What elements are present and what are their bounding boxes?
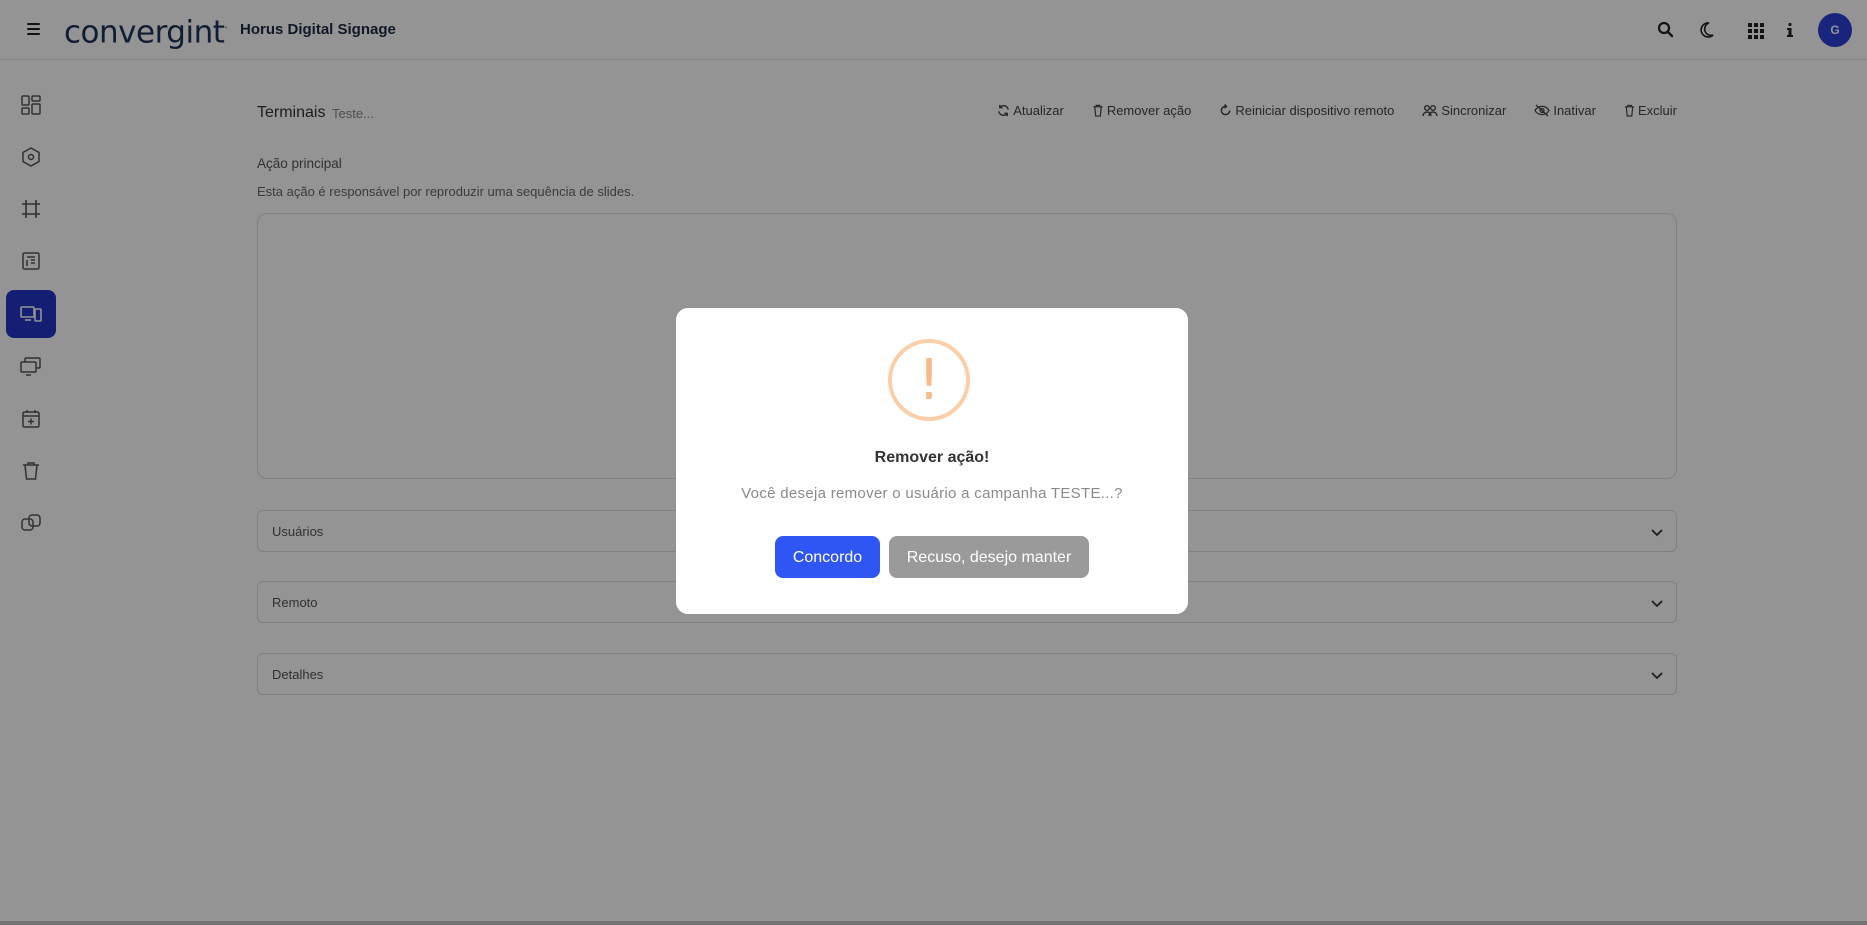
dialog-message: Você deseja remover o usuário a campanha…	[741, 485, 1123, 502]
confirm-button[interactable]: Concordo	[775, 536, 880, 578]
warning-glyph: !	[917, 348, 941, 413]
cancel-button[interactable]: Recuso, desejo manter	[889, 536, 1089, 578]
warning-icon: !	[888, 339, 970, 421]
dialog-title: Remover ação!	[874, 449, 990, 466]
confirm-dialog: ! Remover ação! Você deseja remover o us…	[676, 308, 1188, 614]
